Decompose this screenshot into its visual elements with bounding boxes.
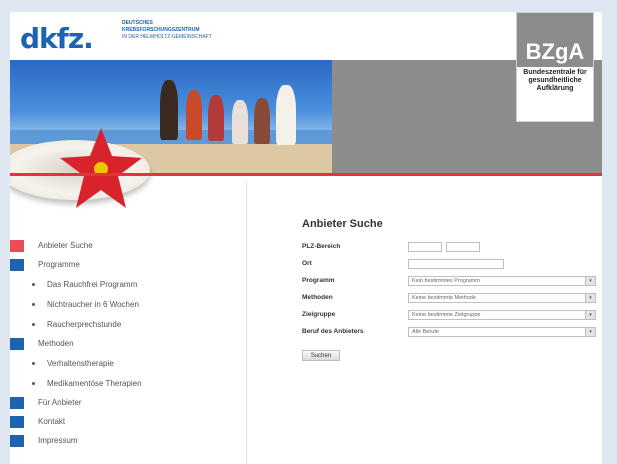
- plz-from-input[interactable]: [408, 241, 442, 252]
- programm-label: Programm: [302, 277, 335, 284]
- programm-select-value: Kein bestimmtes Programm: [412, 277, 480, 284]
- sidebar-item-label: Anbieter Suche: [38, 241, 93, 250]
- dkfz-subtitle-line1: DEUTSCHES: [122, 20, 153, 26]
- sidebar-item-label: Für Anbieter: [38, 398, 82, 407]
- sidebar-item-label: Methoden: [38, 339, 74, 348]
- dkfz-subtitle-line3: IN DER HELMHOLTZ-GEMEINSCHAFT: [122, 34, 212, 40]
- dkfz-subtitle-line2: KREBSFORSCHUNGSZENTRUM: [122, 27, 200, 33]
- sidebar-subitem-nichtraucher[interactable]: Nichtraucher in 6 Wochen: [10, 294, 240, 314]
- nav-marker-icon: [10, 434, 24, 447]
- nav-marker-icon: [10, 239, 24, 252]
- jumping-person: [160, 80, 178, 140]
- sidebar-subitem-rauchfrei-programm[interactable]: Das Rauchfrei Programm: [10, 274, 240, 294]
- bullet-icon: [32, 302, 35, 306]
- sidebar-item-label: Impressum: [38, 436, 78, 445]
- sidebar-item-label: Nichtraucher in 6 Wochen: [47, 299, 139, 309]
- sidebar-item-label: Kontakt: [38, 417, 66, 426]
- header-banner: [10, 60, 602, 208]
- dropdown-arrow-icon: ▾: [585, 276, 595, 285]
- red-flower-icon: [60, 128, 142, 208]
- plz-to-input[interactable]: [446, 241, 480, 252]
- beruf-row: Beruf des Anbieters Alle Berufe ▾: [302, 323, 602, 340]
- sidebar-item-programme[interactable]: Programme: [10, 255, 240, 274]
- ort-input[interactable]: [408, 258, 504, 269]
- dropdown-arrow-icon: ▾: [585, 293, 595, 302]
- ort-label: Ort: [302, 260, 312, 267]
- sidebar-item-anbieter-suche[interactable]: Anbieter Suche: [10, 236, 240, 255]
- provider-search-form: Anbieter Suche PLZ-Bereich Ort Programm …: [302, 218, 602, 361]
- beruf-select-value: Alle Berufe: [412, 328, 439, 335]
- sidebar-item-label: Programme: [38, 260, 80, 269]
- beruf-select[interactable]: Alle Berufe ▾: [408, 326, 596, 337]
- dropdown-arrow-icon: ▾: [585, 327, 595, 336]
- plz-label: PLZ-Bereich: [302, 243, 341, 250]
- bullet-icon: [32, 381, 35, 385]
- bullet-icon: [32, 361, 35, 365]
- sidebar-item-label: Medikamentöse Therapien: [47, 378, 142, 388]
- nav-marker-icon: [10, 258, 24, 271]
- zielgruppe-select[interactable]: Keine bestimmte Zielgruppe ▾: [408, 309, 596, 320]
- search-button[interactable]: Suchen: [302, 350, 340, 361]
- bzga-subtitle: Bundeszentrale für gesundheitliche Aufkl…: [523, 69, 587, 92]
- zielgruppe-row: Zielgruppe Keine bestimmte Zielgruppe ▾: [302, 306, 602, 323]
- plz-row: PLZ-Bereich: [302, 238, 602, 255]
- nav-marker-icon: [10, 337, 24, 350]
- zielgruppe-label: Zielgruppe: [302, 311, 336, 318]
- jumping-person: [186, 90, 202, 140]
- sidebar-item-label: Verhaltenstherapie: [47, 358, 114, 368]
- programm-row: Programm Kein bestimmtes Programm ▾: [302, 272, 602, 289]
- sidebar-item-fuer-anbieter[interactable]: Für Anbieter: [10, 393, 240, 412]
- sidebar-nav: Anbieter Suche Programme Das Rauchfrei P…: [10, 236, 240, 450]
- methoden-label: Methoden: [302, 294, 333, 301]
- sidebar-subitem-verhaltenstherapie[interactable]: Verhaltenstherapie: [10, 353, 240, 373]
- nav-marker-icon: [10, 396, 24, 409]
- programm-select[interactable]: Kein bestimmtes Programm ▾: [408, 275, 596, 286]
- bzga-logo[interactable]: BZgA Bundeszentrale für gesundheitliche …: [516, 12, 594, 122]
- jumping-person: [232, 100, 248, 144]
- bullet-icon: [32, 282, 35, 286]
- jumping-person: [254, 98, 270, 144]
- form-title: Anbieter Suche: [302, 218, 383, 230]
- sidebar-item-impressum[interactable]: Impressum: [10, 431, 240, 450]
- sidebar-item-methoden[interactable]: Methoden: [10, 334, 240, 353]
- beruf-label: Beruf des Anbieters: [302, 328, 364, 335]
- methoden-select-value: Keine bestimmte Methode: [412, 294, 476, 301]
- sidebar-subitem-medikamentoese-therapien[interactable]: Medikamentöse Therapien: [10, 373, 240, 393]
- bullet-icon: [32, 322, 35, 326]
- sidebar-subitem-raucherprechstunde[interactable]: Raucherprechstunde: [10, 314, 240, 334]
- sidebar-item-label: Raucherprechstunde: [47, 319, 122, 329]
- sidebar-item-kontakt[interactable]: Kontakt: [10, 412, 240, 431]
- methoden-select[interactable]: Keine bestimmte Methode ▾: [408, 292, 596, 303]
- content-divider: [246, 182, 247, 464]
- bzga-logo-text: BZgA: [517, 13, 593, 67]
- dkfz-subtitle: DEUTSCHES KREBSFORSCHUNGSZENTRUM IN DER …: [122, 20, 282, 41]
- sidebar-item-label: Das Rauchfrei Programm: [47, 279, 138, 289]
- zielgruppe-select-value: Keine bestimmte Zielgruppe: [412, 311, 481, 318]
- jumping-person: [276, 85, 296, 145]
- ort-row: Ort: [302, 255, 602, 272]
- dropdown-arrow-icon: ▾: [585, 310, 595, 319]
- page: dkfz. DEUTSCHES KREBSFORSCHUNGSZENTRUM I…: [10, 12, 602, 464]
- jumping-person: [208, 95, 224, 141]
- dkfz-logo[interactable]: dkfz.: [20, 22, 94, 55]
- nav-marker-icon: [10, 415, 24, 428]
- header-divider: [10, 173, 602, 176]
- methoden-row: Methoden Keine bestimmte Methode ▾: [302, 289, 602, 306]
